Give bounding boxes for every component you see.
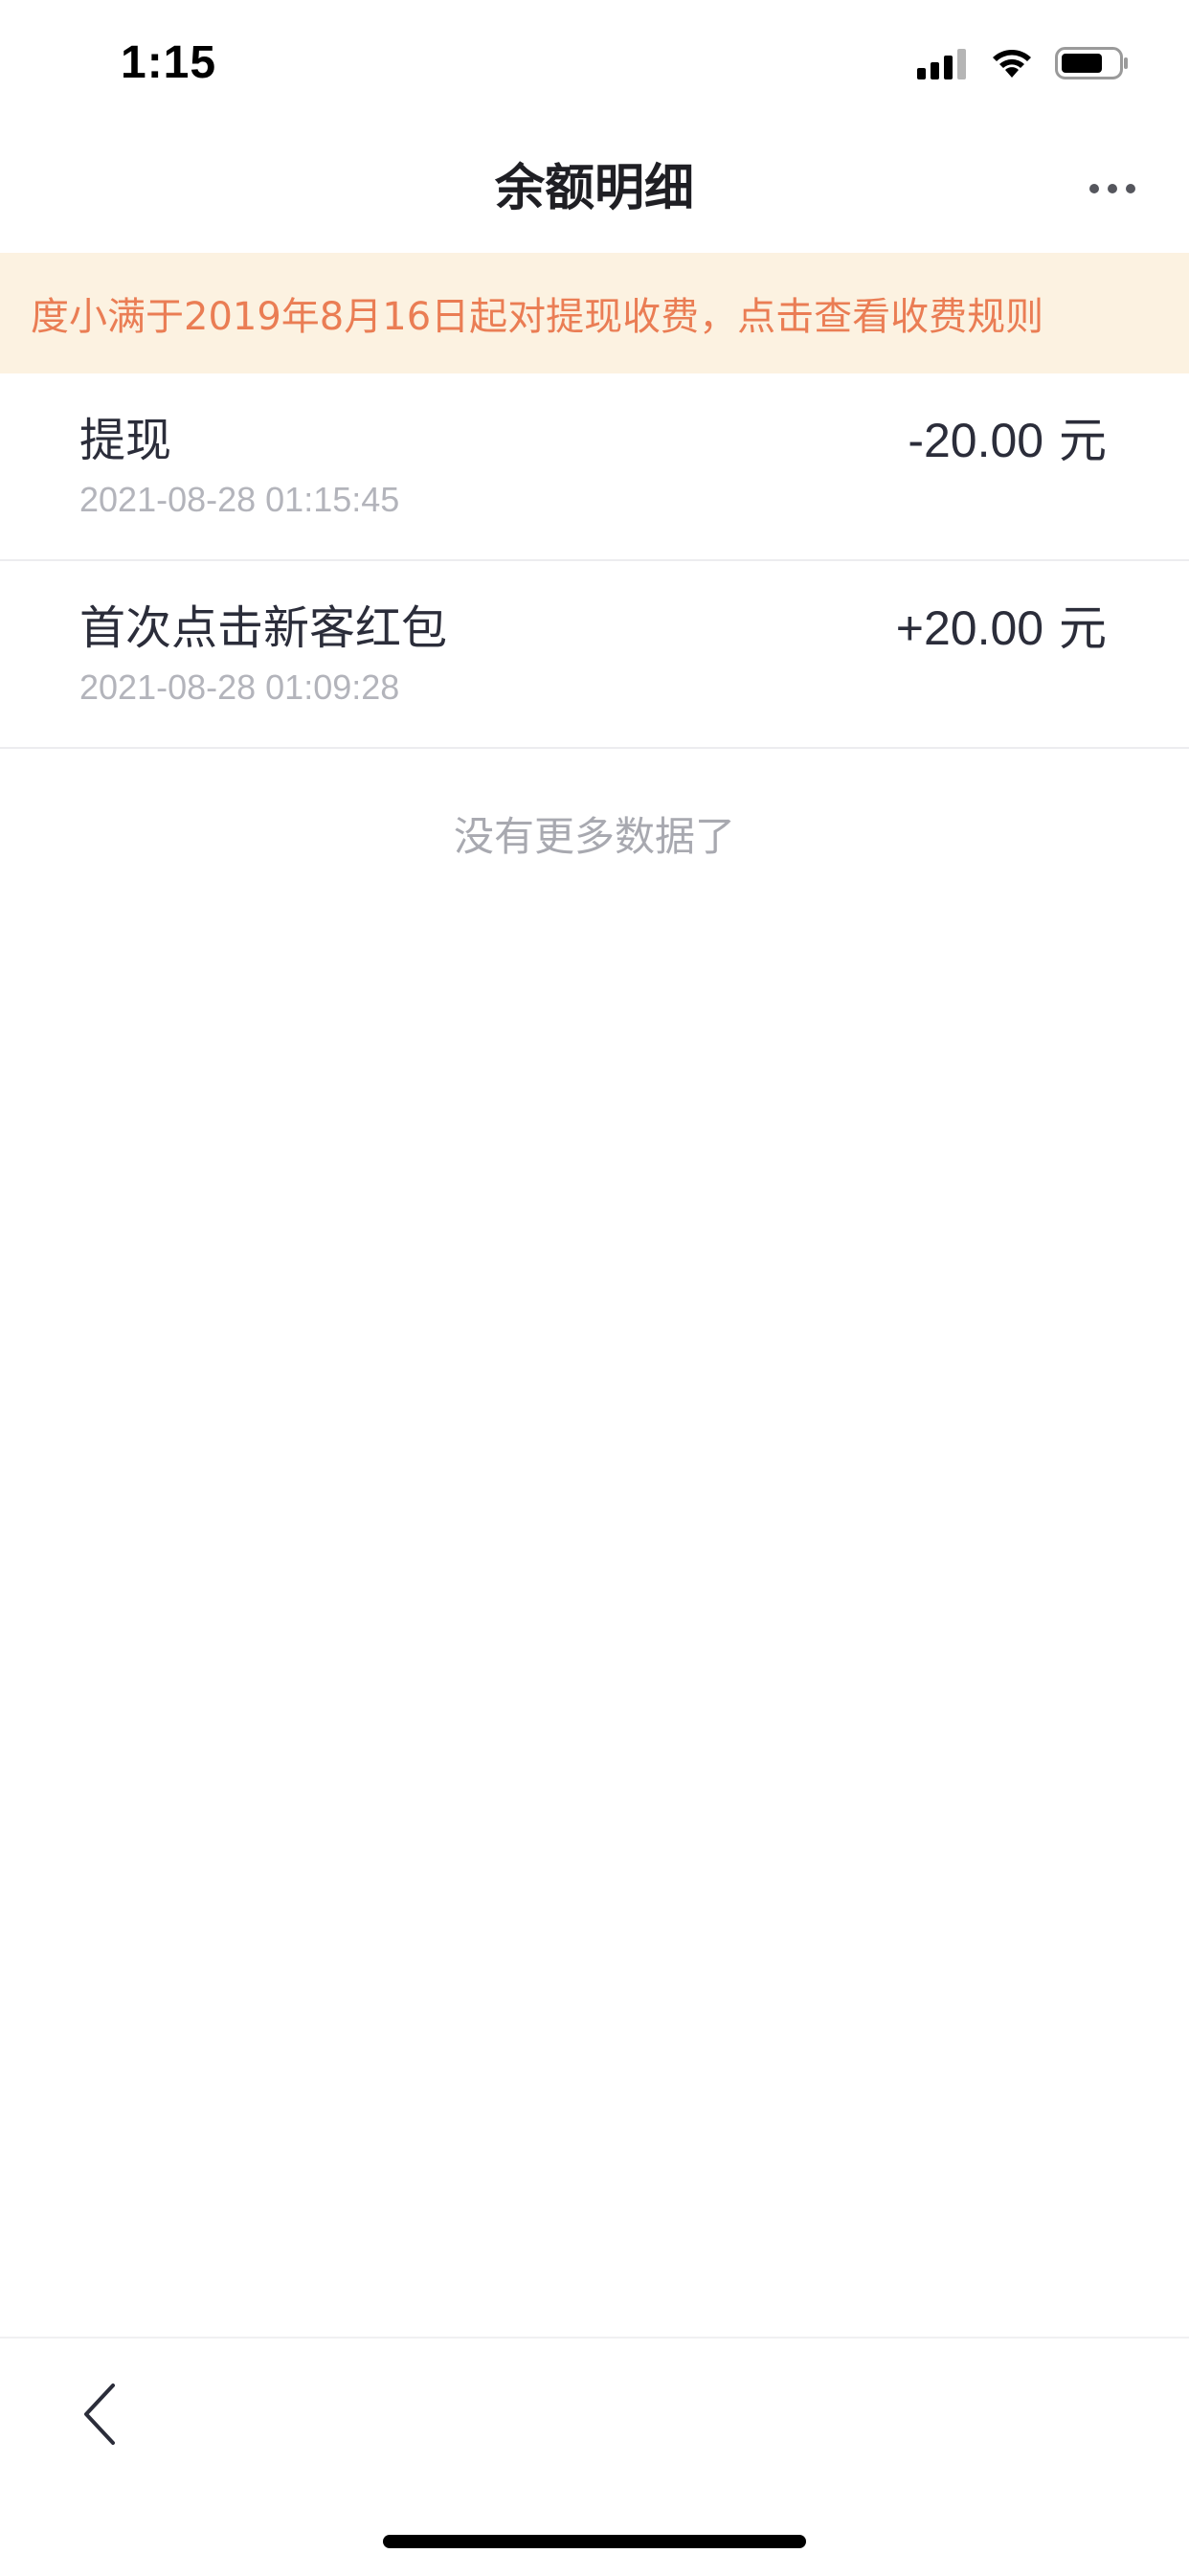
back-chevron-icon bbox=[80, 2383, 119, 2450]
fee-notice-text[interactable]: 度小满于2019年8月16日起对提现收费，点击查看收费规则 bbox=[31, 285, 1043, 341]
wifi-icon bbox=[990, 47, 1034, 83]
battery-icon bbox=[1055, 45, 1130, 85]
balance-record-list: 提现 2021-08-28 01:15:45 -20.00 元 首次点击新客红包… bbox=[0, 373, 1189, 749]
nav-bar: 余额明细 bbox=[0, 126, 1189, 253]
list-item[interactable]: 首次点击新客红包 2021-08-28 01:09:28 +20.00 元 bbox=[0, 561, 1189, 749]
back-button[interactable] bbox=[61, 2373, 138, 2459]
home-indicator[interactable] bbox=[383, 2535, 806, 2548]
more-button[interactable] bbox=[1074, 155, 1151, 222]
fee-notice-banner[interactable]: 度小满于2019年8月16日起对提现收费，点击查看收费规则 bbox=[0, 253, 1189, 373]
more-dots-icon bbox=[1089, 184, 1099, 193]
page-title: 余额明细 bbox=[494, 160, 694, 217]
more-dots-icon bbox=[1126, 184, 1135, 193]
record-amount: +20.00 元 bbox=[896, 598, 1107, 659]
record-amount-value: -20.00 bbox=[908, 414, 1044, 467]
status-time: 1:15 bbox=[121, 37, 217, 88]
record-amount-unit: 元 bbox=[1059, 600, 1107, 656]
record-time: 2021-08-28 01:15:45 bbox=[79, 480, 400, 519]
record-amount-unit: 元 bbox=[1059, 413, 1107, 468]
no-more-data-text: 没有更多数据了 bbox=[453, 813, 735, 860]
record-title: 提现 bbox=[79, 414, 172, 467]
record-amount-value: +20.00 bbox=[895, 601, 1044, 655]
record-title: 首次点击新客红包 bbox=[79, 601, 448, 655]
status-icons bbox=[917, 44, 1130, 86]
record-time: 2021-08-28 01:09:28 bbox=[79, 667, 400, 707]
more-dots-icon bbox=[1108, 184, 1117, 193]
list-item[interactable]: 提现 2021-08-28 01:15:45 -20.00 元 bbox=[0, 373, 1189, 561]
record-amount: -20.00 元 bbox=[908, 410, 1107, 471]
cellular-signal-icon bbox=[917, 47, 969, 83]
status-bar: 1:15 bbox=[0, 0, 1189, 126]
